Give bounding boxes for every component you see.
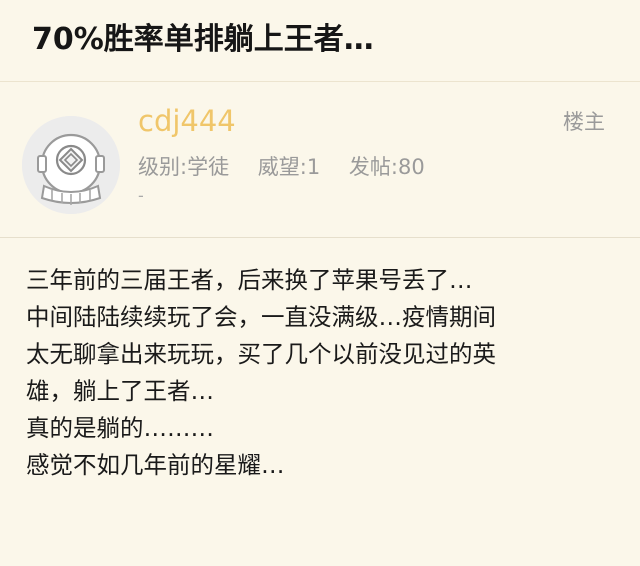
post-line: 感觉不如几年前的星耀… xyxy=(26,451,285,479)
op-badge: 楼主 xyxy=(563,110,605,134)
post-line: 真的是躺的……… xyxy=(26,414,214,442)
diving-helmet-icon xyxy=(22,116,120,214)
post-line: 三年前的三届王者，后来换了苹果号丢了… xyxy=(26,266,473,294)
thread-title: 70%胜率单排躺上王者… xyxy=(32,22,374,57)
avatar[interactable] xyxy=(22,116,120,214)
post-line: 太无聊拿出来玩玩，买了几个以前没见过的英 xyxy=(26,340,496,368)
post-line: 雄，躺上了王者… xyxy=(26,377,214,405)
thread-header: 70%胜率单排躺上王者… xyxy=(0,0,640,82)
author-level: 级别:学徒 xyxy=(138,155,230,179)
author-extra: - xyxy=(138,186,144,205)
author-stats: 级别:学徒 威望:1 发帖:80 xyxy=(138,151,447,181)
post-content: 三年前的三届王者，后来换了苹果号丢了… 中间陆陆续续玩了会，一直没满级…疫情期间… xyxy=(26,262,626,484)
author-reputation: 威望:1 xyxy=(257,155,321,179)
author-info: cdj444 级别:学徒 威望:1 发帖:80 - 楼主 xyxy=(0,82,640,238)
post-line: 中间陆陆续续玩了会，一直没满级…疫情期间 xyxy=(26,303,496,331)
author-post-count: 发帖:80 xyxy=(348,155,425,179)
author-username[interactable]: cdj444 xyxy=(138,104,236,138)
